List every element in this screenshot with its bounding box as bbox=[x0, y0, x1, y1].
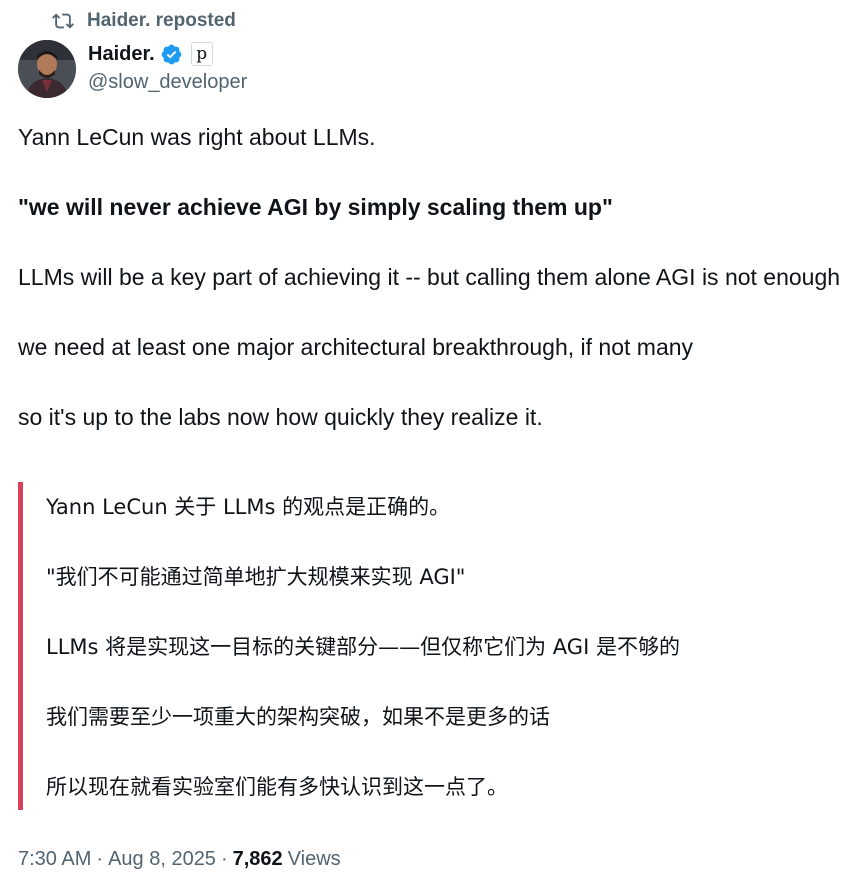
tweet-meta: 7:30 AM · Aug 8, 2025 · 7,862 Views bbox=[18, 848, 341, 871]
author-name-row[interactable]: Haider. p bbox=[88, 40, 213, 68]
avatar-image bbox=[18, 40, 76, 98]
avatar[interactable] bbox=[18, 40, 76, 98]
views-count[interactable]: 7,862 bbox=[233, 848, 283, 871]
affiliate-badge-icon[interactable]: p bbox=[190, 42, 213, 66]
author-display-name[interactable]: Haider. bbox=[88, 43, 155, 66]
repost-header[interactable]: Haider. reposted bbox=[52, 9, 236, 33]
translation-line: 我们需要至少一项重大的架构突破，如果不是更多的话 bbox=[46, 705, 550, 729]
tweet-line: so it's up to the labs now how quickly t… bbox=[18, 404, 543, 430]
translation-line: Yann LeCun 关于 LLMs 的观点是正确的。 bbox=[46, 495, 451, 519]
meta-separator: · bbox=[96, 848, 104, 870]
views-label[interactable]: Views bbox=[288, 848, 341, 871]
tweet-line: we need at least one major architectural… bbox=[18, 334, 694, 360]
translation-line: 所以现在就看实验室们能有多快认识到这一点了。 bbox=[46, 775, 508, 799]
translation-line: LLMs 将是实现这一目标的关键部分——但仅称它们为 AGI 是不够的 bbox=[46, 635, 680, 659]
repost-label: Haider. reposted bbox=[87, 10, 236, 31]
translation-block: Yann LeCun 关于 LLMs 的观点是正确的。 "我们不可能通过简单地扩… bbox=[18, 482, 843, 810]
tweet-line: Yann LeCun was right about LLMs. bbox=[18, 124, 376, 150]
tweet-time[interactable]: 7:30 AM bbox=[18, 848, 91, 871]
translation-line: "我们不可能通过简单地扩大规模来实现 AGI" bbox=[46, 565, 466, 589]
tweet-body: Yann LeCun was right about LLMs. "we wil… bbox=[18, 120, 848, 435]
meta-separator: · bbox=[220, 848, 228, 870]
tweet-date[interactable]: Aug 8, 2025 bbox=[108, 848, 216, 871]
tweet-line: LLMs will be a key part of achieving it … bbox=[18, 264, 841, 290]
repost-icon bbox=[52, 13, 74, 29]
author-handle[interactable]: @slow_developer bbox=[88, 71, 247, 94]
tweet-line-quote: "we will never achieve AGI by simply sca… bbox=[18, 194, 613, 220]
verified-badge-icon bbox=[161, 44, 182, 64]
